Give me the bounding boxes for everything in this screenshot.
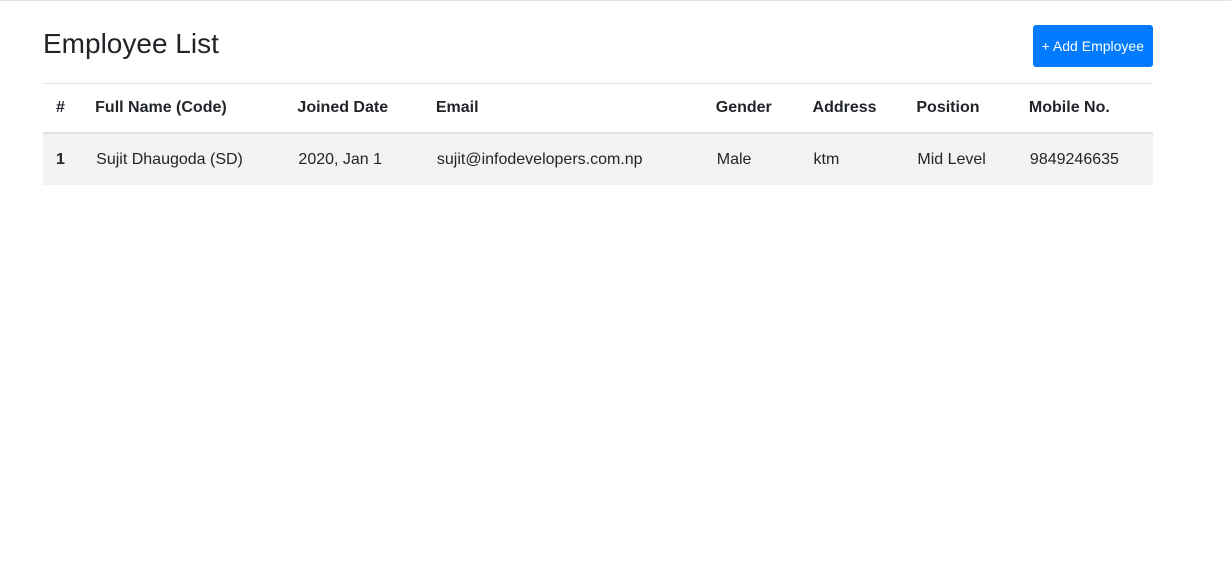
column-header-address[interactable]: Address <box>812 84 917 134</box>
main-container: Employee List + Add Employee # Full Name… <box>43 0 1153 185</box>
cell-full-name: Sujit Dhaugoda (SD) <box>96 150 243 168</box>
column-header-joined-date[interactable]: Joined Date <box>297 84 436 134</box>
cell-gender: Male <box>716 150 752 168</box>
cell-address: ktm <box>813 150 840 168</box>
table-row[interactable]: 1 Sujit Dhaugoda (SD) 2020, Jan 1 sujit@… <box>43 133 1153 185</box>
column-header-email[interactable]: Email <box>435 84 716 134</box>
employee-table: # Full Name (Code) Joined Date Email Gen… <box>43 84 1153 185</box>
column-header-full-name[interactable]: Full Name (Code) <box>95 84 298 134</box>
column-header-position[interactable]: Position <box>916 84 1029 134</box>
column-header-gender[interactable]: Gender <box>715 84 813 134</box>
page-title: Employee List <box>43 28 219 59</box>
cell-mobile: 9849246635 <box>1029 150 1119 168</box>
cell-position: Mid Level <box>917 150 986 168</box>
column-header-mobile[interactable]: Mobile No. <box>1028 84 1153 134</box>
table-header-row: # Full Name (Code) Joined Date Email Gen… <box>43 84 1153 134</box>
table-body: 1 Sujit Dhaugoda (SD) 2020, Jan 1 sujit@… <box>43 133 1153 185</box>
cell-joined-date: 2020, Jan 1 <box>298 150 383 168</box>
table-header: # Full Name (Code) Joined Date Email Gen… <box>43 84 1153 134</box>
add-employee-button[interactable]: + Add Employee <box>1032 25 1153 67</box>
column-header-index[interactable]: # <box>43 84 96 134</box>
page-header: Employee List + Add Employee <box>43 0 1153 84</box>
cell-email: sujit@infodevelopers.com.np <box>436 150 643 168</box>
cell-index: 1 <box>56 150 65 168</box>
